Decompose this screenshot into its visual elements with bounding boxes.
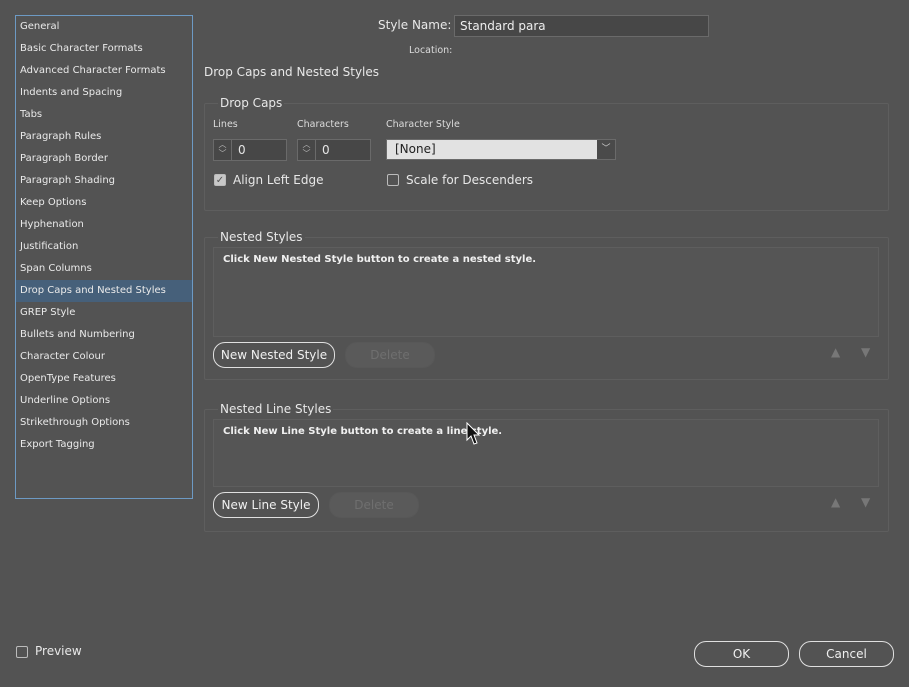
character-style-value: [None] bbox=[395, 142, 436, 156]
chevron-down-icon[interactable]: ﹀ bbox=[597, 140, 615, 159]
lines-label: Lines bbox=[213, 119, 238, 130]
sidebar-item[interactable]: Paragraph Shading bbox=[16, 170, 192, 192]
nested-styles-hint: Click New Nested Style button to create … bbox=[223, 254, 537, 265]
sidebar-item[interactable]: Drop Caps and Nested Styles bbox=[16, 280, 192, 302]
characters-stepper[interactable]: ︿ ﹀ 0 bbox=[297, 139, 371, 161]
character-style-label: Character Style bbox=[386, 119, 460, 130]
sidebar-item[interactable]: Character Colour bbox=[16, 346, 192, 368]
characters-value[interactable]: 0 bbox=[322, 140, 330, 160]
sidebar-item[interactable]: Hyphenation bbox=[16, 214, 192, 236]
sidebar-item[interactable]: Keep Options bbox=[16, 192, 192, 214]
sidebar-item[interactable]: Basic Character Formats bbox=[16, 38, 192, 60]
sidebar-item[interactable]: Advanced Character Formats bbox=[16, 60, 192, 82]
sidebar-item[interactable]: Bullets and Numbering bbox=[16, 324, 192, 346]
section-title: Drop Caps and Nested Styles bbox=[204, 65, 380, 79]
character-style-dropdown[interactable]: [None] ﹀ bbox=[386, 139, 616, 160]
delete-line-style-button[interactable]: Delete bbox=[329, 492, 419, 518]
sidebar-item[interactable]: Strikethrough Options bbox=[16, 412, 192, 434]
sidebar-item[interactable]: Underline Options bbox=[16, 390, 192, 412]
sidebar-item[interactable]: Justification bbox=[16, 236, 192, 258]
sidebar-item[interactable]: OpenType Features bbox=[16, 368, 192, 390]
style-name-label: Style Name: bbox=[378, 18, 452, 32]
nested-styles-title: Nested Styles bbox=[218, 230, 305, 244]
sidebar-item[interactable]: General bbox=[16, 16, 192, 38]
preview-checkbox[interactable] bbox=[16, 646, 28, 658]
new-line-style-button[interactable]: New Line Style bbox=[213, 492, 319, 518]
cancel-button[interactable]: Cancel bbox=[799, 641, 894, 667]
arrow-up-icon[interactable]: ▲ bbox=[831, 345, 840, 359]
sidebar-item[interactable]: GREP Style bbox=[16, 302, 192, 324]
nested-line-styles-title: Nested Line Styles bbox=[218, 402, 334, 416]
sidebar-item[interactable]: Indents and Spacing bbox=[16, 82, 192, 104]
arrow-down-icon[interactable]: ▼ bbox=[861, 345, 870, 359]
drop-caps-title: Drop Caps bbox=[218, 96, 285, 110]
ok-button[interactable]: OK bbox=[694, 641, 789, 667]
sidebar-item[interactable]: Tabs bbox=[16, 104, 192, 126]
arrow-down-icon[interactable]: ▼ bbox=[861, 495, 870, 509]
stepper-arrows-icon[interactable]: ︿ ﹀ bbox=[214, 140, 232, 160]
mouse-cursor-icon bbox=[466, 422, 480, 445]
location-label: Location: bbox=[409, 45, 453, 56]
align-left-edge-label: Align Left Edge bbox=[233, 173, 324, 187]
nested-line-styles-hint: Click New Line Style button to create a … bbox=[223, 426, 503, 437]
align-left-edge-checkbox[interactable]: ✓ bbox=[214, 174, 226, 186]
delete-nested-style-button[interactable]: Delete bbox=[345, 342, 435, 368]
style-name-input[interactable]: Standard para bbox=[454, 15, 709, 37]
scale-descenders-checkbox[interactable] bbox=[387, 174, 399, 186]
sidebar-item[interactable]: Export Tagging bbox=[16, 434, 192, 456]
scale-descenders-label: Scale for Descenders bbox=[406, 173, 534, 187]
sidebar-item[interactable]: Paragraph Rules bbox=[16, 126, 192, 148]
sidebar-item[interactable]: Span Columns bbox=[16, 258, 192, 280]
lines-stepper[interactable]: ︿ ﹀ 0 bbox=[213, 139, 287, 161]
arrow-up-icon[interactable]: ▲ bbox=[831, 495, 840, 509]
sidebar-item[interactable]: Paragraph Border bbox=[16, 148, 192, 170]
lines-value[interactable]: 0 bbox=[238, 140, 246, 160]
new-nested-style-button[interactable]: New Nested Style bbox=[213, 342, 335, 368]
preview-label: Preview bbox=[35, 644, 82, 658]
characters-label: Characters bbox=[297, 119, 349, 130]
stepper-arrows-icon[interactable]: ︿ ﹀ bbox=[298, 140, 316, 160]
category-list[interactable]: General Basic Character Formats Advanced C… bbox=[15, 15, 193, 499]
